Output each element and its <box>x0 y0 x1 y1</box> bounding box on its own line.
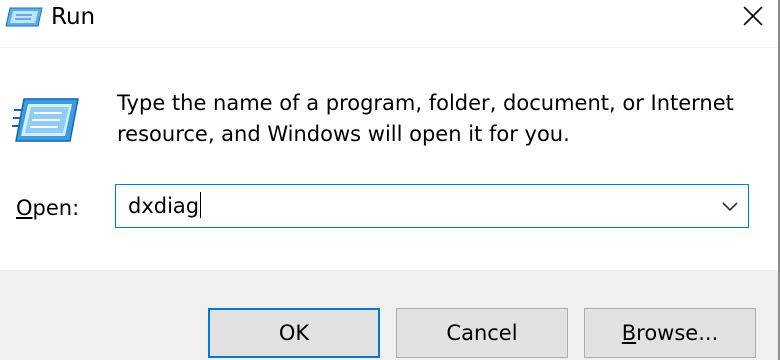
description-line: Type the name of a program, folder, docu… <box>117 91 734 115</box>
cancel-label: Cancel <box>446 321 518 345</box>
window-title: Run <box>51 4 96 30</box>
run-program-icon <box>12 96 80 144</box>
title-separator <box>0 47 778 48</box>
dialog-description: Type the name of a program, folder, docu… <box>117 88 757 150</box>
text-caret <box>200 192 202 218</box>
open-label: Open: <box>16 194 79 222</box>
description-line: resource, and Windows will open it for y… <box>117 122 570 146</box>
cancel-button[interactable]: Cancel <box>396 308 568 358</box>
dropdown-button[interactable] <box>718 194 742 218</box>
open-label-accesskey: O <box>16 196 33 220</box>
open-label-text: pen: <box>32 196 80 220</box>
browse-label-text: rowse... <box>636 321 719 345</box>
browse-button[interactable]: Browse... <box>584 308 756 358</box>
title-bar[interactable]: Run <box>0 0 778 48</box>
run-dialog: Run Type the name of a program, folder, … <box>0 0 780 360</box>
chevron-down-icon <box>721 197 739 216</box>
run-icon <box>4 6 44 28</box>
ok-button[interactable]: OK <box>208 308 380 358</box>
ok-label: OK <box>278 321 310 345</box>
open-input-value: dxdiag <box>128 194 200 218</box>
open-input[interactable]: dxdiag <box>128 191 202 221</box>
close-button[interactable] <box>730 0 776 36</box>
browse-accesskey: B <box>621 321 637 345</box>
browse-label: Browse... <box>622 321 719 345</box>
open-combobox[interactable]: dxdiag <box>115 184 749 228</box>
close-icon <box>742 5 764 31</box>
